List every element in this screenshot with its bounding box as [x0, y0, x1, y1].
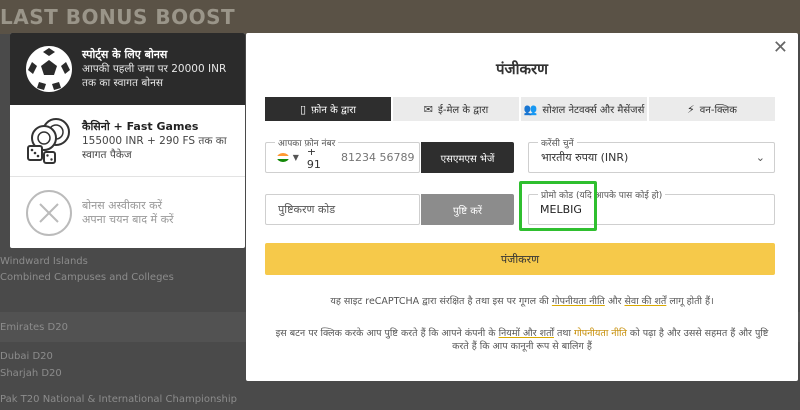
sport-bonus-desc: आपकी पहली जमा पर 20000 INR: [82, 63, 227, 75]
bonus-panel: स्पोर्ट्स के लिए बोनस आपकी पहली जमा पर 2…: [10, 33, 245, 248]
envelope-icon: ✉: [423, 102, 433, 116]
tab-label: फ़ोन के द्वारा: [311, 105, 356, 116]
tab-label: वन-क्लिक: [699, 105, 737, 116]
promo-banner: LAST BONUS BOOST: [0, 0, 800, 34]
sport-bonus-option[interactable]: स्पोर्ट्स के लिए बोनस आपकी पहली जमा पर 2…: [10, 33, 245, 105]
consent-note: इस बटन पर क्लिक करके आप पुष्टि करते हैं …: [256, 327, 788, 353]
bg-event-row: Combined Campuses and Colleges: [0, 272, 174, 283]
decline-bonus-option[interactable]: बोनस अस्वीकार करें अपना चयन बाद में करें: [10, 178, 245, 248]
casino-bonus-desc: 155000 INR + 290 FS तक का: [82, 134, 227, 147]
bg-event-row: Sharjah D20: [0, 368, 62, 379]
promo-code-field[interactable]: प्रोमो कोड (यदि आपके पास कोई हो) MELBIG: [528, 188, 775, 225]
currency-select[interactable]: करेंसी चुनें भारतीय रुपया (INR) ⌄: [528, 136, 775, 173]
register-button[interactable]: पंजीकरण: [265, 243, 775, 275]
privacy-policy-link[interactable]: गोपनीयता नीति: [552, 296, 605, 307]
casino-chips-icon: [27, 117, 70, 164]
soccer-ball-icon: [26, 46, 72, 92]
tab-social[interactable]: 👥 सोशल नेटवर्क्स और मैसेंजर्स: [521, 97, 647, 121]
close-circle-icon: [26, 190, 72, 236]
terms-and-conditions-link[interactable]: नियमों और शर्तों: [499, 328, 554, 339]
phone-icon: ▯: [300, 102, 307, 116]
decline-bonus-desc: अपना चयन बाद में करें: [82, 213, 174, 226]
modal-title: पंजीकरण: [495, 60, 549, 78]
promo-code-value: MELBIG: [540, 203, 582, 216]
india-flag-icon[interactable]: [277, 153, 289, 162]
recaptcha-text: यह साइट reCAPTCHA द्वारा संरक्षित है तथा…: [330, 296, 552, 307]
recaptcha-text: लागू होती हैं।: [666, 296, 714, 307]
bg-event-row: Pak T20 National & International Champio…: [0, 394, 237, 405]
confirm-button[interactable]: पुष्टि करें: [421, 194, 514, 225]
send-sms-button[interactable]: एसएमएस भेजें: [421, 142, 514, 173]
consent-text: इस बटन पर क्लिक करके आप पुष्टि करते हैं …: [275, 328, 499, 339]
confirmation-code-placeholder: पुष्टिकरण कोड: [278, 203, 336, 216]
tab-one-click[interactable]: ⚡ वन-क्लिक: [649, 97, 775, 121]
close-icon[interactable]: ✕: [773, 37, 788, 58]
consent-text: को पढ़ा है और उससे सहमत हैं और पुष्टि: [626, 328, 769, 339]
recaptcha-text: और: [604, 296, 625, 307]
tab-label: ई-मेल के द्वारा: [437, 105, 489, 116]
casino-bonus-desc: स्वागत पैकेज: [82, 148, 132, 161]
sport-bonus-title: स्पोर्ट्स के लिए बोनस: [82, 48, 168, 61]
phone-input[interactable]: [341, 151, 419, 164]
phone-field: आपका फ़ोन नंबर ▼ + 91: [265, 136, 420, 173]
banner-title: LAST BONUS BOOST: [0, 5, 236, 29]
tab-email[interactable]: ✉ ई-मेल के द्वारा: [393, 97, 519, 121]
bg-event-row: Emirates D20: [0, 322, 68, 333]
privacy-policy-link[interactable]: गोपनीयता नीति: [574, 328, 627, 339]
consent-text: तथा: [553, 328, 574, 339]
registration-modal: ✕ पंजीकरण ▯ फ़ोन के द्वारा ✉ ई-मेल के द्…: [246, 33, 798, 381]
tab-phone[interactable]: ▯ फ़ोन के द्वारा: [265, 97, 391, 121]
casino-bonus-title: कैसिनो + Fast Games: [82, 119, 199, 133]
users-icon: 👥: [523, 102, 538, 116]
recaptcha-note: यह साइट reCAPTCHA द्वारा संरक्षित है तथा…: [256, 295, 788, 308]
casino-bonus-option[interactable]: कैसिनो + Fast Games 155000 INR + 290 FS …: [10, 105, 245, 177]
sport-bonus-desc: तक का स्वागत बोनस: [82, 77, 164, 89]
decline-bonus-title: बोनस अस्वीकार करें: [82, 199, 163, 212]
registration-tabs: ▯ फ़ोन के द्वारा ✉ ई-मेल के द्वारा 👥 सोश…: [265, 97, 775, 121]
bg-event-row: Windward Islands: [0, 256, 88, 267]
chevron-down-icon[interactable]: ▼: [293, 153, 299, 162]
bg-event-row: Dubai D20: [0, 351, 53, 362]
chevron-down-icon: ⌄: [755, 151, 765, 164]
promo-code-label: प्रोमो कोड (यदि आपके पास कोई हो): [538, 188, 666, 201]
currency-field-label: करेंसी चुनें: [538, 136, 577, 149]
confirmation-code-field[interactable]: पुष्टिकरण कोड: [265, 194, 420, 225]
consent-text: करते हैं कि आप कानूनी रूप से बालिग हैं: [452, 341, 592, 352]
currency-value: भारतीय रुपया (INR): [541, 151, 629, 164]
terms-of-service-link[interactable]: सेवा की शर्तें: [624, 296, 666, 307]
lightning-icon: ⚡: [687, 102, 695, 116]
tab-label: सोशल नेटवर्क्स और मैसेंजर्स: [542, 105, 645, 116]
phone-field-label: आपका फ़ोन नंबर: [275, 136, 339, 149]
